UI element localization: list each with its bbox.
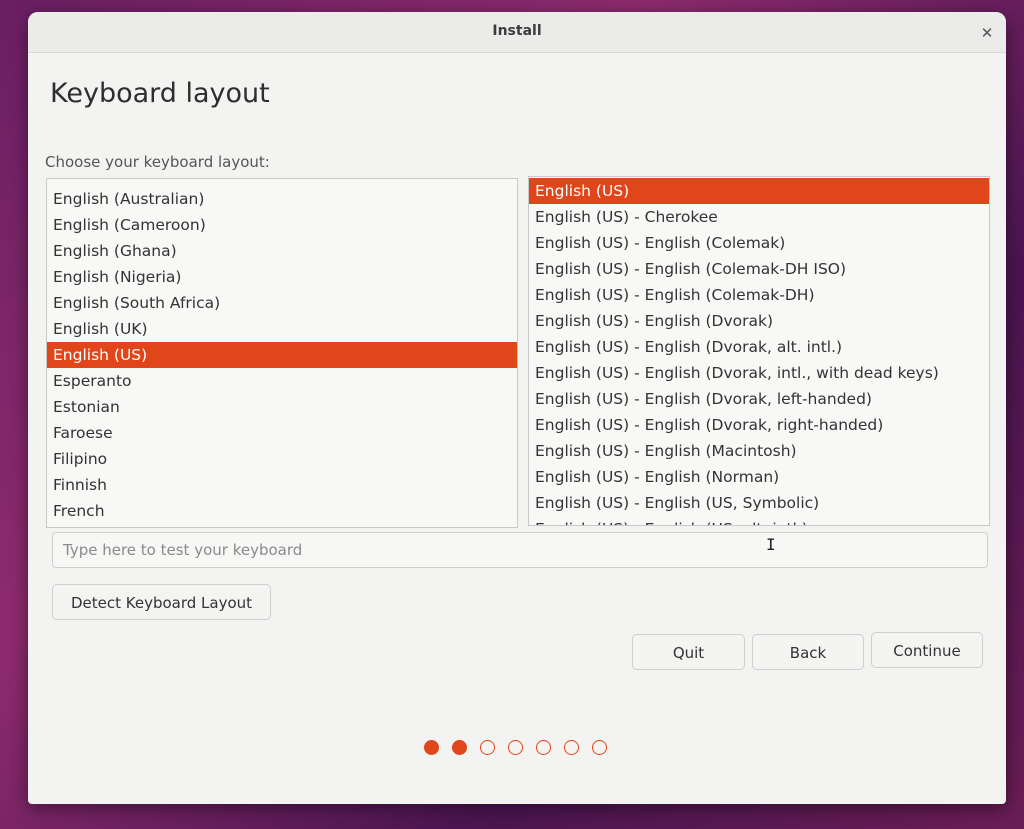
variant-list-item[interactable]: English (US) - English (Norman) — [529, 464, 989, 490]
progress-dot — [480, 740, 495, 755]
detect-layout-button[interactable]: Detect Keyboard Layout — [52, 584, 271, 620]
installer-window: Install ✕ Keyboard layout Choose your ke… — [28, 12, 1006, 804]
variant-list-item[interactable]: English (US) - English (Colemak) — [529, 230, 989, 256]
progress-dot — [564, 740, 579, 755]
variant-list-item[interactable]: English (US) - English (Colemak-DH ISO) — [529, 256, 989, 282]
progress-dot — [536, 740, 551, 755]
variant-list-item[interactable]: English (US) - English (Dvorak, left-han… — [529, 386, 989, 412]
layout-list-item[interactable]: Estonian — [47, 394, 517, 420]
progress-dot — [452, 740, 467, 755]
progress-dot — [592, 740, 607, 755]
variant-list-item[interactable]: English (US) - English (Dvorak, alt. int… — [529, 334, 989, 360]
layout-list-item[interactable]: Esperanto — [47, 368, 517, 394]
continue-button[interactable]: Continue — [871, 632, 983, 668]
layout-list-item[interactable]: English (Australian) — [47, 186, 517, 212]
progress-dot — [508, 740, 523, 755]
close-icon[interactable]: ✕ — [978, 24, 996, 42]
layout-list-item[interactable]: English (UK) — [47, 316, 517, 342]
page-title: Keyboard layout — [50, 78, 270, 109]
layout-list-item[interactable]: English (South Africa) — [47, 290, 517, 316]
quit-button[interactable]: Quit — [632, 634, 745, 670]
variant-list-item[interactable]: English (US) - English (Dvorak, right-ha… — [529, 412, 989, 438]
keyboard-test-input[interactable] — [52, 532, 988, 568]
layout-list-item[interactable]: French — [47, 498, 517, 524]
layout-list-item[interactable]: Filipino — [47, 446, 517, 472]
variant-list-item[interactable]: English (US) — [529, 178, 989, 204]
variant-list-item[interactable]: English (US) - English (Dvorak, intl., w… — [529, 360, 989, 386]
layout-list-item[interactable]: English (Cameroon) — [47, 212, 517, 238]
layout-list[interactable]: English (Australian) English (Cameroon) En… — [46, 178, 518, 528]
window-title: Install — [492, 23, 542, 39]
text-cursor-icon: I — [766, 535, 776, 554]
progress-dot — [424, 740, 439, 755]
layout-list-item[interactable]: Faroese — [47, 420, 517, 446]
layout-list-item[interactable]: English (Nigeria) — [47, 264, 517, 290]
variant-list-item[interactable]: English (US) - English (Dvorak) — [529, 308, 989, 334]
variant-list[interactable]: English (US) English (US) - Cherokee Engli… — [528, 176, 990, 526]
title-bar: Install ✕ — [28, 12, 1006, 53]
layout-list-item[interactable]: English (US) — [47, 342, 517, 368]
variant-list-item[interactable]: English (US) - English (Colemak-DH) — [529, 282, 989, 308]
variant-list-item[interactable]: English (US) - English (Macintosh) — [529, 438, 989, 464]
layout-list-item[interactable]: English (Ghana) — [47, 238, 517, 264]
page-subtitle: Choose your keyboard layout: — [45, 153, 270, 171]
variant-list-item[interactable]: English (US) - Cherokee — [529, 204, 989, 230]
back-button[interactable]: Back — [752, 634, 864, 670]
layout-list-item[interactable]: Finnish — [47, 472, 517, 498]
variant-list-item[interactable]: English (US) - English (US, alt. intl.) — [529, 516, 989, 525]
progress-indicator — [424, 740, 607, 758]
variant-list-item[interactable]: English (US) - English (US, Symbolic) — [529, 490, 989, 516]
